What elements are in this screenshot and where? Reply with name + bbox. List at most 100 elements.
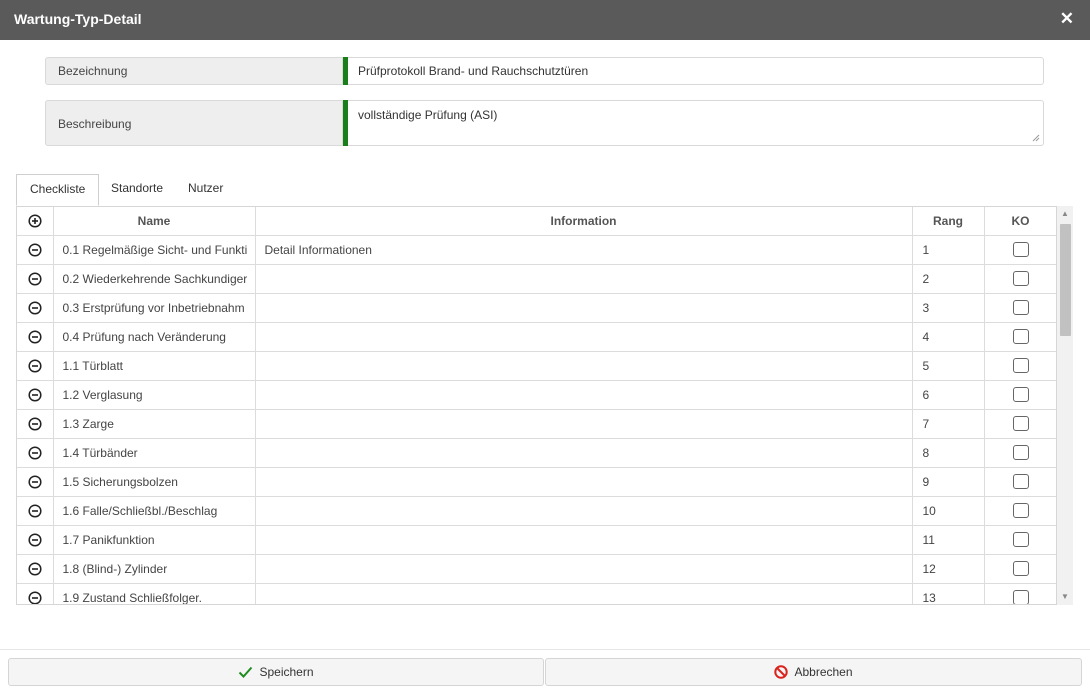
ko-checkbox[interactable] [1012, 474, 1029, 490]
minus-circle-icon[interactable] [28, 388, 42, 402]
minus-circle-icon[interactable] [28, 533, 42, 547]
information-cell[interactable] [255, 438, 913, 468]
table-row[interactable]: 0.1 Regelmäßige Sicht- und Funkti Detail … [17, 235, 1056, 265]
information-cell[interactable]: Detail Informationen [255, 235, 913, 265]
minus-circle-icon[interactable] [28, 504, 42, 518]
bezeichnung-input[interactable]: Prüfprotokoll Brand- und Rauchschutztüre… [348, 57, 1044, 85]
rang-cell[interactable]: 12 [912, 554, 985, 584]
name-cell[interactable]: 1.4 Türbänder [53, 438, 256, 468]
table-row[interactable]: 1.9 Zustand Schließfolger. 13 [17, 583, 1056, 605]
rang-cell[interactable]: 1 [912, 235, 985, 265]
ko-checkbox[interactable] [1012, 387, 1029, 403]
remove-row-cell [17, 322, 54, 352]
ko-checkbox[interactable] [1012, 358, 1029, 374]
vertical-scrollbar[interactable]: ▲ ▼ [1057, 206, 1073, 605]
table-row[interactable]: 0.4 Prüfung nach Veränderung 4 [17, 322, 1056, 352]
tab-standorte[interactable]: Standorte [111, 174, 163, 206]
name-cell[interactable]: 1.3 Zarge [53, 409, 256, 439]
rang-cell[interactable]: 3 [912, 293, 985, 323]
name-cell[interactable]: 1.5 Sicherungsbolzen [53, 467, 256, 497]
information-cell[interactable] [255, 467, 913, 497]
tab-checkliste[interactable]: Checkliste [16, 174, 100, 206]
ko-checkbox[interactable] [1012, 329, 1029, 345]
rang-cell[interactable]: 10 [912, 496, 985, 526]
name-cell[interactable]: 1.2 Verglasung [53, 380, 256, 410]
ko-checkbox[interactable] [1012, 271, 1029, 287]
minus-circle-icon[interactable] [28, 272, 42, 286]
information-cell[interactable] [255, 264, 913, 294]
rang-cell[interactable]: 6 [912, 380, 985, 410]
scroll-up-icon[interactable]: ▲ [1057, 206, 1073, 222]
ko-checkbox[interactable] [1012, 503, 1029, 519]
rang-cell[interactable]: 13 [912, 583, 985, 604]
plus-circle-icon[interactable] [28, 214, 42, 228]
information-cell[interactable] [255, 525, 913, 555]
table-row[interactable]: 1.2 Verglasung 6 [17, 380, 1056, 410]
information-cell[interactable] [255, 554, 913, 584]
table-row[interactable]: 0.3 Erstprüfung vor Inbetriebnahm 3 [17, 293, 1056, 323]
ko-checkbox[interactable] [1012, 532, 1029, 548]
column-header-information[interactable]: Information [255, 207, 913, 236]
beschreibung-textarea[interactable]: vollständige Prüfung (ASI) [348, 100, 1044, 146]
close-icon[interactable]: ✕ [1060, 9, 1074, 29]
rang-cell[interactable]: 8 [912, 438, 985, 468]
minus-circle-icon[interactable] [28, 243, 42, 257]
information-cell[interactable] [255, 351, 913, 381]
information-cell[interactable] [255, 409, 913, 439]
name-cell[interactable]: 1.7 Panikfunktion [53, 525, 256, 555]
name-cell[interactable]: 0.1 Regelmäßige Sicht- und Funkti [53, 235, 256, 265]
ko-checkbox[interactable] [1012, 590, 1029, 604]
beschreibung-value: vollständige Prüfung (ASI) [358, 108, 498, 122]
table-row[interactable]: 1.7 Panikfunktion 11 [17, 525, 1056, 555]
name-cell[interactable]: 0.4 Prüfung nach Veränderung [53, 322, 256, 352]
table-row[interactable]: 1.1 Türblatt 5 [17, 351, 1056, 381]
cancel-button[interactable]: Abbrechen [545, 658, 1082, 686]
ko-checkbox[interactable] [1012, 561, 1029, 577]
tab-nutzer[interactable]: Nutzer [188, 174, 223, 206]
column-header-name[interactable]: Name [53, 207, 256, 236]
rang-cell[interactable]: 7 [912, 409, 985, 439]
ko-checkbox[interactable] [1012, 445, 1029, 461]
ko-checkbox[interactable] [1012, 242, 1029, 258]
name-cell[interactable]: 0.3 Erstprüfung vor Inbetriebnahm [53, 293, 256, 323]
column-header-ko[interactable]: KO [984, 207, 1056, 236]
information-cell[interactable] [255, 380, 913, 410]
minus-circle-icon[interactable] [28, 446, 42, 460]
name-cell[interactable]: 1.1 Türblatt [53, 351, 256, 381]
name-cell[interactable]: 1.8 (Blind-) Zylinder [53, 554, 256, 584]
information-cell[interactable] [255, 293, 913, 323]
table-row[interactable]: 1.3 Zarge 7 [17, 409, 1056, 439]
ko-checkbox[interactable] [1012, 300, 1029, 316]
save-button[interactable]: Speichern [8, 658, 544, 686]
table-row[interactable]: 1.6 Falle/Schließbl./Beschlag 10 [17, 496, 1056, 526]
table-row[interactable]: 0.2 Wiederkehrende Sachkundiger 2 [17, 264, 1056, 294]
minus-circle-icon[interactable] [28, 591, 42, 605]
beschreibung-label-box: Beschreibung [45, 100, 343, 146]
rang-cell[interactable]: 4 [912, 322, 985, 352]
name-cell[interactable]: 0.2 Wiederkehrende Sachkundiger [53, 264, 256, 294]
information-cell[interactable] [255, 496, 913, 526]
column-header-rang[interactable]: Rang [912, 207, 985, 236]
scroll-down-icon[interactable]: ▼ [1057, 589, 1073, 605]
rang-cell[interactable]: 5 [912, 351, 985, 381]
minus-circle-icon[interactable] [28, 417, 42, 431]
minus-circle-icon[interactable] [28, 359, 42, 373]
minus-circle-icon[interactable] [28, 475, 42, 489]
rang-cell[interactable]: 2 [912, 264, 985, 294]
name-cell[interactable]: 1.6 Falle/Schließbl./Beschlag [53, 496, 256, 526]
scrollbar-thumb[interactable] [1060, 224, 1071, 336]
rang-cell[interactable]: 9 [912, 467, 985, 497]
minus-circle-icon[interactable] [28, 330, 42, 344]
information-cell[interactable] [255, 322, 913, 352]
minus-circle-icon[interactable] [28, 562, 42, 576]
ko-checkbox[interactable] [1012, 416, 1029, 432]
name-cell[interactable]: 1.9 Zustand Schließfolger. [53, 583, 256, 604]
table-row[interactable]: 1.4 Türbänder 8 [17, 438, 1056, 468]
table-row[interactable]: 1.5 Sicherungsbolzen 9 [17, 467, 1056, 497]
information-cell[interactable] [255, 583, 913, 604]
rang-cell[interactable]: 11 [912, 525, 985, 555]
table-row[interactable]: 1.8 (Blind-) Zylinder 12 [17, 554, 1056, 584]
resize-grip-icon[interactable] [1032, 134, 1040, 142]
ko-cell [984, 467, 1056, 497]
minus-circle-icon[interactable] [28, 301, 42, 315]
